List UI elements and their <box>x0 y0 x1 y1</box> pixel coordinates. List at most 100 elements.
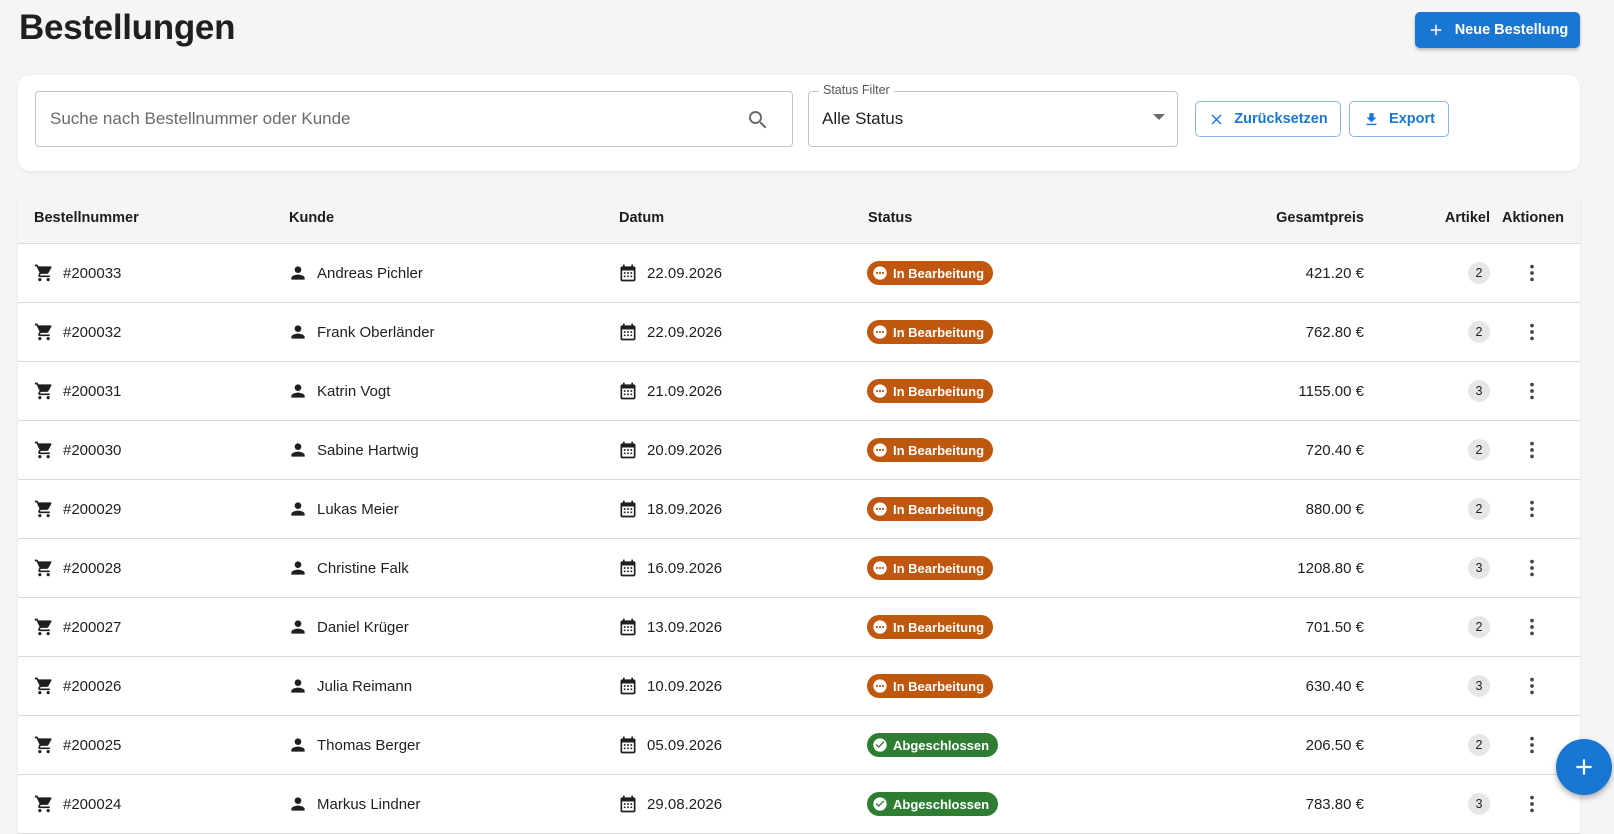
row-actions-button[interactable] <box>1520 733 1544 757</box>
export-label: Export <box>1389 111 1435 127</box>
status-badge: In Bearbeitung <box>867 674 994 698</box>
row-actions-button[interactable] <box>1520 379 1544 403</box>
column-header-status[interactable]: Status <box>868 210 912 226</box>
column-header-order[interactable]: Bestellnummer <box>34 210 139 226</box>
more-vertical-icon <box>1530 736 1534 754</box>
close-icon <box>1211 114 1222 124</box>
table-row[interactable]: #200025 Thomas Berger 05.09.2026 Abgeschlos… <box>18 716 1580 775</box>
search-input[interactable] <box>36 92 792 146</box>
new-order-label: Neue Bestellung <box>1454 22 1569 38</box>
row-actions-button[interactable] <box>1520 792 1544 816</box>
status-cell: In Bearbeitung <box>867 362 994 420</box>
table-row[interactable]: #200026 Julia Reimann 10.09.2026 In Bearbei… <box>18 657 1580 716</box>
shopping-cart-icon <box>34 323 52 341</box>
actions-cell <box>1520 421 1544 479</box>
calendar-icon <box>620 382 636 400</box>
reset-button[interactable]: Zurücksetzen <box>1195 101 1341 137</box>
customer-cell: Andreas Pichler <box>288 244 423 302</box>
actions-cell <box>1520 775 1544 833</box>
items-cell: 2 <box>1468 244 1490 302</box>
more-vertical-icon <box>1530 795 1534 813</box>
calendar-icon <box>620 795 636 813</box>
column-header-customer[interactable]: Kunde <box>289 210 334 226</box>
person-icon <box>291 384 305 398</box>
calendar-icon <box>620 559 636 577</box>
customer-name: Thomas Berger <box>317 736 421 754</box>
order-date: 10.09.2026 <box>647 677 723 695</box>
table-row[interactable]: #200030 Sabine Hartwig 20.09.2026 In Bearbe… <box>18 421 1580 480</box>
order-number-cell: #200024 <box>34 775 121 833</box>
table-row[interactable]: #200027 Daniel Krüger 13.09.2026 In Bearbei… <box>18 598 1580 657</box>
search-field[interactable] <box>35 91 793 147</box>
more-horizontal-circle-icon <box>873 325 887 339</box>
shopping-cart-icon <box>34 264 52 282</box>
more-vertical-icon <box>1530 264 1534 282</box>
row-actions-button[interactable] <box>1520 556 1544 580</box>
person-icon <box>291 561 305 575</box>
more-vertical-icon <box>1530 559 1534 577</box>
column-header-date[interactable]: Datum <box>619 210 664 226</box>
table-row[interactable]: #200031 Katrin Vogt 21.09.2026 In Bearbeitu… <box>18 362 1580 421</box>
status-text: Abgeschlossen <box>893 737 990 753</box>
calendar-icon <box>620 677 636 695</box>
order-number: #200028 <box>63 559 122 577</box>
shopping-cart-icon <box>34 441 52 459</box>
total-price: 630.40 € <box>1305 677 1364 695</box>
total-price: 701.50 € <box>1305 618 1364 636</box>
person-icon <box>291 797 305 811</box>
row-actions-button[interactable] <box>1520 497 1544 521</box>
column-header-items[interactable]: Artikel <box>1445 210 1490 226</box>
add-fab-button[interactable] <box>1556 739 1612 795</box>
customer-cell: Julia Reimann <box>288 657 412 715</box>
row-actions-button[interactable] <box>1520 674 1544 698</box>
table-row[interactable]: #200033 Andreas Pichler 22.09.2026 In Bearb… <box>18 244 1580 303</box>
customer-cell: Thomas Berger <box>288 716 420 774</box>
calendar-icon <box>620 736 636 754</box>
row-actions-button[interactable] <box>1520 438 1544 462</box>
date-cell: 29.08.2026 <box>618 775 722 833</box>
date-cell: 18.09.2026 <box>618 480 722 538</box>
status-filter-value: Alle Status <box>822 109 904 128</box>
more-vertical-icon <box>1530 618 1534 636</box>
shopping-cart-icon <box>34 795 52 813</box>
total-price: 1155.00 € <box>1298 382 1364 400</box>
calendar-icon <box>620 618 636 636</box>
item-count-badge: 3 <box>1468 557 1490 579</box>
export-button[interactable]: Export <box>1349 101 1449 137</box>
table-row[interactable]: #200032 Frank Oberländer 22.09.2026 In Bear… <box>18 303 1580 362</box>
customer-name: Andreas Pichler <box>317 264 423 282</box>
status-cell: In Bearbeitung <box>867 657 994 715</box>
item-count-badge: 3 <box>1468 793 1490 815</box>
column-header-price[interactable]: Gesamtpreis <box>1276 210 1364 226</box>
row-actions-button[interactable] <box>1520 261 1544 285</box>
customer-name: Julia Reimann <box>317 677 413 695</box>
order-number: #200032 <box>63 323 122 341</box>
items-cell: 3 <box>1468 657 1490 715</box>
row-actions-button[interactable] <box>1520 320 1544 344</box>
search-icon[interactable] <box>746 108 770 132</box>
table-row[interactable]: #200029 Lukas Meier 18.09.2026 In Bearbeitu… <box>18 480 1580 539</box>
customer-cell: Daniel Krüger <box>288 598 409 656</box>
status-filter-select[interactable]: Status Filter Alle Status <box>808 83 1178 147</box>
row-actions-button[interactable] <box>1520 615 1544 639</box>
date-cell: 20.09.2026 <box>618 421 722 479</box>
more-horizontal-circle-icon <box>873 679 887 693</box>
new-order-button[interactable]: Neue Bestellung <box>1415 12 1580 48</box>
items-cell: 2 <box>1468 303 1490 361</box>
price-cell: 762.80 € <box>1306 303 1364 361</box>
items-cell: 2 <box>1468 598 1490 656</box>
status-badge: Abgeschlossen <box>867 792 999 816</box>
date-cell: 22.09.2026 <box>618 303 722 361</box>
status-badge: In Bearbeitung <box>867 379 994 403</box>
status-cell: In Bearbeitung <box>867 539 994 597</box>
table-row[interactable]: #200028 Christine Falk 16.09.2026 In Bearbe… <box>18 539 1580 598</box>
actions-cell <box>1520 716 1544 774</box>
total-price: 783.80 € <box>1305 795 1364 813</box>
date-cell: 05.09.2026 <box>618 716 722 774</box>
customer-cell: Katrin Vogt <box>288 362 390 420</box>
order-number: #200024 <box>63 795 122 813</box>
customer-cell: Lukas Meier <box>288 480 399 538</box>
actions-cell <box>1520 598 1544 656</box>
status-cell: In Bearbeitung <box>867 480 994 538</box>
item-count-badge: 3 <box>1468 675 1490 697</box>
